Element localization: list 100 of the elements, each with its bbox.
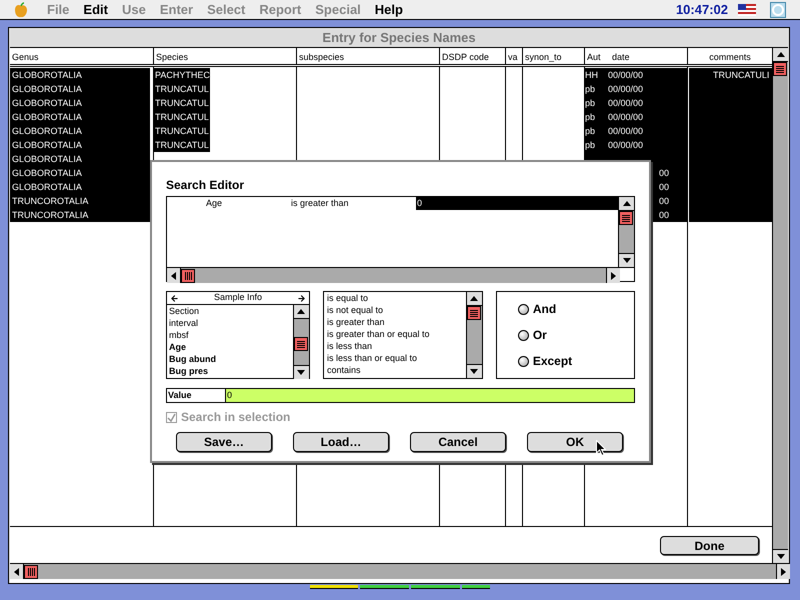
operator-item[interactable]: is not equal to (326, 304, 466, 316)
dialog-button[interactable]: Load… (293, 432, 389, 452)
scroll-right-icon[interactable] (606, 268, 620, 283)
table-cell: pb (584, 82, 606, 96)
table-cell: 00/00/00 (606, 68, 687, 82)
operator-item[interactable]: is less than or equal to (326, 352, 466, 364)
horizontal-scrollbar[interactable] (167, 267, 620, 283)
table-cell: pb (584, 96, 606, 110)
scroll-left-icon[interactable] (167, 268, 181, 283)
horizontal-scrollbar[interactable] (10, 563, 790, 579)
dialog-title: Search Editor (166, 177, 246, 194)
table-cell: pb (584, 124, 606, 138)
operator-item[interactable]: contains (326, 364, 466, 376)
column-header[interactable]: va (505, 48, 522, 64)
scroll-down-icon[interactable] (466, 364, 482, 378)
column-header[interactable]: DSDP code (439, 48, 505, 64)
table-cell[interactable]: TRUNCATUL (153, 138, 210, 152)
table-cell[interactable]: TRUNCOROTALIA (10, 208, 150, 222)
table-cell[interactable]: TRUNCATUL (153, 124, 210, 138)
column-header[interactable]: Aut (584, 48, 610, 64)
column-header[interactable]: Genus (10, 48, 153, 64)
table-cell[interactable]: GLOBOROTALIA (10, 152, 150, 166)
menu-item[interactable]: Help (368, 0, 410, 20)
scroll-thumb[interactable] (466, 306, 481, 320)
scroll-up-icon[interactable] (619, 197, 634, 211)
table-cell: 00/00/00 (606, 124, 687, 138)
table-cell: 00/00/00 (606, 82, 687, 96)
criteria-value[interactable]: 0 (416, 197, 618, 210)
table-cell: 00/00/00 (606, 110, 687, 124)
table-cell: TRUNCATULI (689, 68, 772, 82)
table-cell: 00/00/00 (606, 138, 687, 152)
app-icon[interactable] (770, 2, 786, 18)
dialog-button[interactable]: Save… (176, 432, 272, 452)
scroll-thumb[interactable] (294, 337, 308, 351)
dialog-button[interactable]: OK (527, 432, 623, 452)
table-cell: 00/00/00 (606, 96, 687, 110)
table-cell[interactable]: PACHYTHEC (153, 68, 210, 82)
radio-label[interactable]: Except (532, 352, 572, 370)
radio-label[interactable]: And (532, 300, 556, 318)
table-cell[interactable]: TRUNCOROTALIA (10, 194, 150, 208)
arrow-right-icon[interactable] (296, 294, 306, 302)
table-cell: pb (584, 138, 606, 152)
scroll-up-icon[interactable] (773, 48, 788, 62)
scroll-down-icon[interactable] (619, 253, 634, 267)
field-list-item[interactable]: Age (169, 341, 293, 353)
vertical-scrollbar[interactable] (292, 305, 309, 379)
radio-button[interactable] (518, 304, 529, 314)
table-cell[interactable]: GLOBOROTALIA (10, 180, 150, 194)
scroll-up-icon[interactable] (466, 292, 482, 306)
operator-item[interactable]: is greater than (326, 316, 466, 328)
cursor-icon (596, 440, 606, 456)
criteria-field[interactable]: Age (167, 197, 291, 210)
field-list-item[interactable]: Bug abund (169, 353, 293, 365)
table-cell[interactable]: GLOBOROTALIA (10, 110, 150, 124)
scroll-thumb[interactable] (773, 62, 787, 76)
operator-item[interactable]: is greater than or equal to (326, 328, 466, 340)
table-cell[interactable]: GLOBOROTALIA (10, 166, 150, 180)
table-cell: HH (584, 68, 606, 82)
field-list-item[interactable]: Bug pres (169, 365, 293, 377)
table-cell[interactable]: GLOBOROTALIA (10, 68, 150, 82)
column-header[interactable]: date (610, 48, 687, 64)
table-cell[interactable]: TRUNCATUL (153, 110, 210, 124)
vertical-scrollbar[interactable] (466, 292, 482, 378)
scroll-right-icon[interactable] (776, 564, 790, 579)
table-cell[interactable]: GLOBOROTALIA (10, 82, 150, 96)
radio-button[interactable] (518, 356, 529, 366)
vertical-scrollbar[interactable] (618, 197, 634, 267)
table-cell[interactable]: TRUNCATUL (153, 82, 210, 96)
radio-button[interactable] (518, 330, 529, 340)
scroll-thumb[interactable] (619, 211, 633, 225)
field-list-item[interactable]: interval (169, 317, 293, 329)
table-cell[interactable]: TRUNCATUL (153, 96, 210, 110)
arrow-left-icon[interactable] (170, 294, 179, 302)
column-header[interactable]: synon_to (522, 48, 584, 64)
operator-item[interactable]: is equal to (326, 292, 466, 304)
field-list-title: Sample Info (212, 291, 263, 304)
field-list-item[interactable]: Section (169, 305, 293, 317)
dialog-button[interactable]: Cancel (410, 432, 506, 452)
criteria-operator[interactable]: is greater than (291, 197, 416, 210)
scroll-thumb[interactable] (181, 268, 195, 282)
vertical-scrollbar[interactable] (772, 48, 788, 563)
table-cell[interactable]: GLOBOROTALIA (10, 124, 150, 138)
operator-item[interactable]: is less than (326, 340, 466, 352)
scroll-up-icon[interactable] (294, 305, 309, 319)
menu-item[interactable]: Edit (76, 0, 115, 20)
done-button[interactable]: Done (660, 536, 759, 554)
clock: 10:47:02 (676, 0, 728, 19)
scroll-thumb[interactable] (24, 564, 38, 578)
table-cell[interactable]: GLOBOROTALIA (10, 138, 150, 152)
flag-icon[interactable] (738, 4, 756, 16)
scroll-down-icon[interactable] (773, 549, 788, 563)
radio-label[interactable]: Or (532, 326, 547, 344)
column-header[interactable]: subspecies (296, 48, 439, 64)
field-list-item[interactable]: mbsf (169, 329, 293, 341)
table-cell[interactable]: GLOBOROTALIA (10, 96, 150, 110)
scroll-down-icon[interactable] (294, 365, 309, 379)
scroll-left-icon[interactable] (10, 564, 24, 579)
window-title: Entry for Species Names (321, 29, 477, 47)
table-cell: pb (584, 110, 606, 124)
column-header[interactable]: Species (153, 48, 296, 64)
